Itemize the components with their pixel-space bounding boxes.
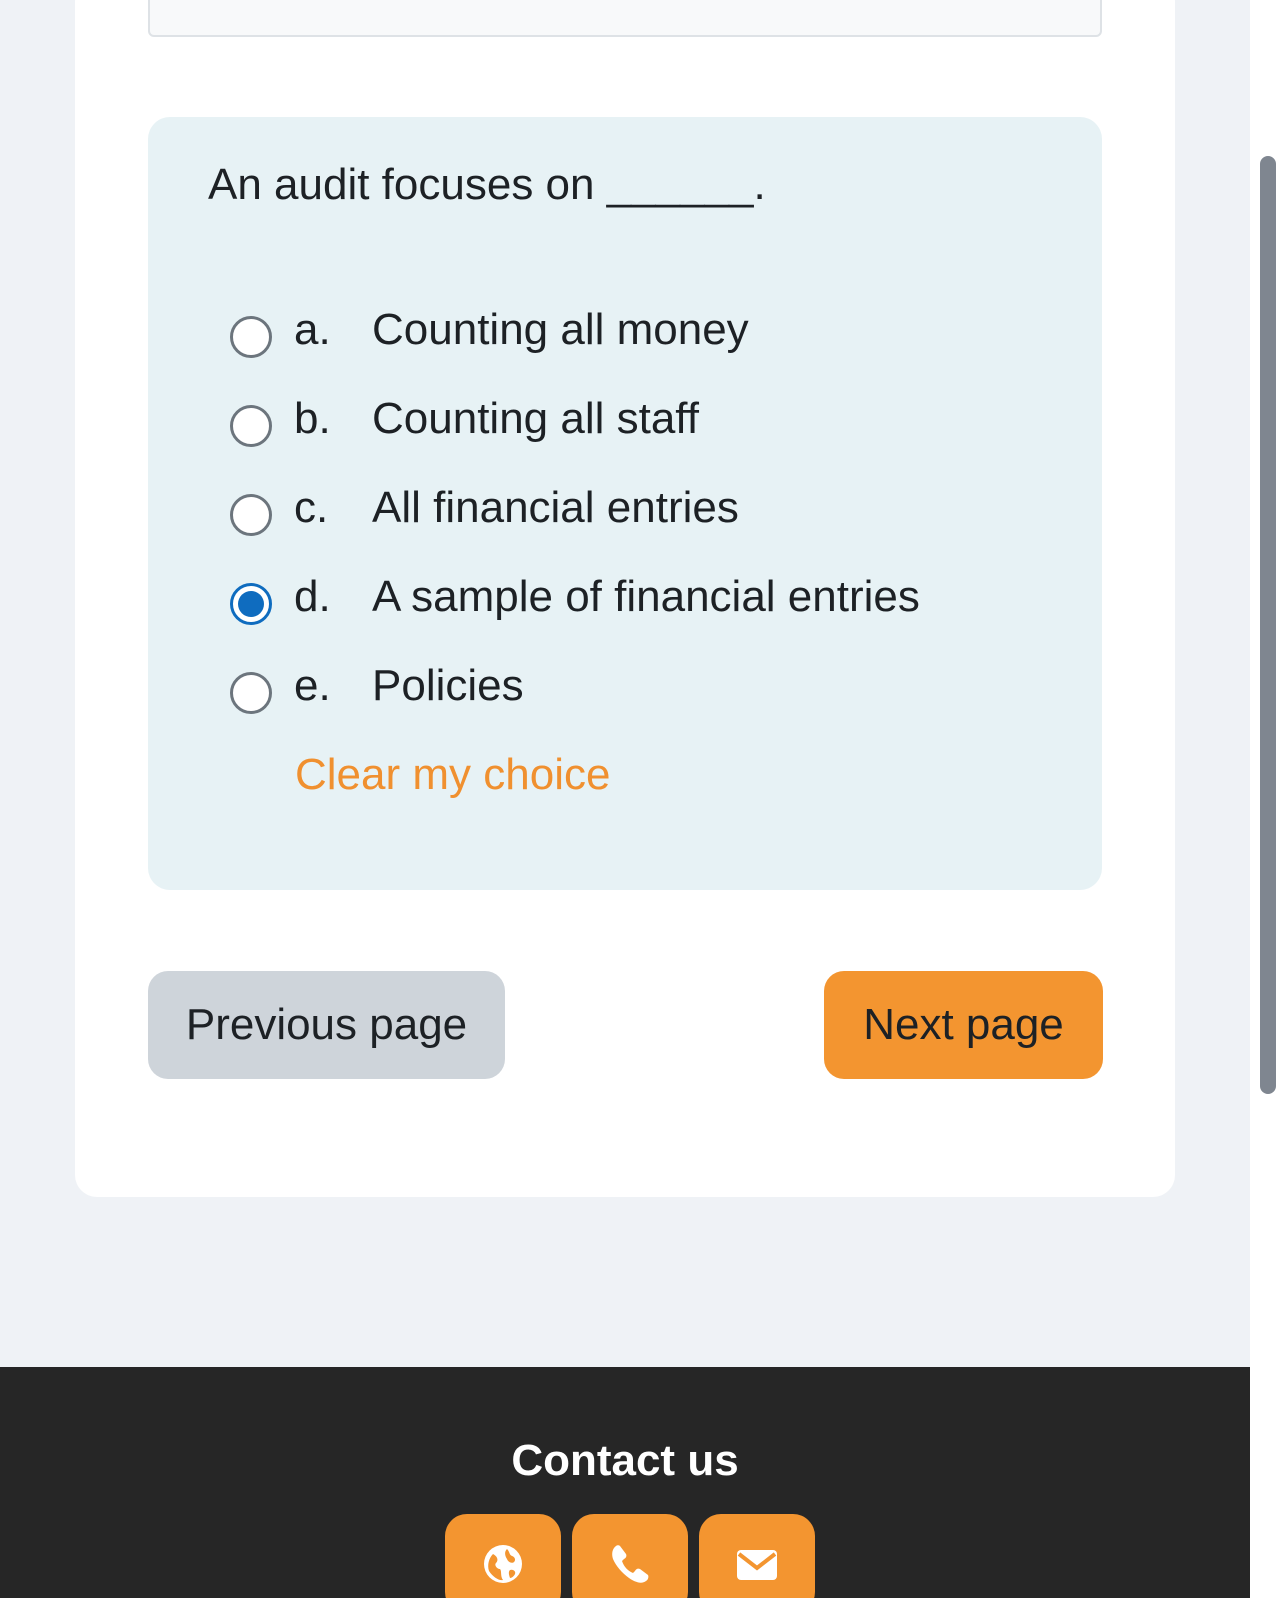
question-text: An audit focuses on ______. <box>208 160 766 209</box>
email-button[interactable] <box>699 1514 815 1598</box>
answer-list: a. Counting all money b. Counting all st… <box>230 302 920 747</box>
radio-button[interactable] <box>230 316 272 358</box>
previous-question-box <box>148 0 1102 37</box>
answer-letter: c. <box>294 483 329 532</box>
globe-icon <box>484 1545 522 1583</box>
answer-label: A sample of financial entries <box>372 572 920 621</box>
page: An audit focuses on ______. a. Counting … <box>0 0 1250 1598</box>
footer-title: Contact us <box>511 1436 739 1485</box>
question-box: An audit focuses on ______. a. Counting … <box>148 117 1102 890</box>
radio-button[interactable] <box>230 494 272 536</box>
answer-label: Counting all money <box>372 305 749 354</box>
answer-label: Counting all staff <box>372 394 699 443</box>
radio-button[interactable] <box>230 405 272 447</box>
answer-option-b[interactable]: b. Counting all staff <box>230 391 920 480</box>
footer: Contact us <box>0 1367 1250 1598</box>
next-page-button[interactable]: Next page <box>824 971 1103 1079</box>
answer-option-c[interactable]: c. All financial entries <box>230 480 920 569</box>
previous-page-button[interactable]: Previous page <box>148 971 505 1079</box>
answer-letter: e. <box>294 661 331 710</box>
answer-letter: a. <box>294 305 331 354</box>
phone-icon <box>612 1545 649 1583</box>
answer-option-e[interactable]: e. Policies <box>230 658 920 747</box>
answer-option-a[interactable]: a. Counting all money <box>230 302 920 391</box>
answer-label: All financial entries <box>372 483 739 532</box>
website-button[interactable] <box>445 1514 561 1598</box>
phone-button[interactable] <box>572 1514 688 1598</box>
radio-button[interactable] <box>230 672 272 714</box>
answer-label: Policies <box>372 661 524 710</box>
scrollbar-thumb[interactable] <box>1260 156 1276 1094</box>
answer-option-d[interactable]: d. A sample of financial entries <box>230 569 920 658</box>
clear-choice-link[interactable]: Clear my choice <box>295 747 610 803</box>
answer-letter: d. <box>294 572 331 621</box>
radio-button[interactable] <box>230 583 272 625</box>
contact-buttons <box>445 1514 815 1598</box>
envelope-icon <box>737 1550 777 1580</box>
answer-letter: b. <box>294 394 331 443</box>
